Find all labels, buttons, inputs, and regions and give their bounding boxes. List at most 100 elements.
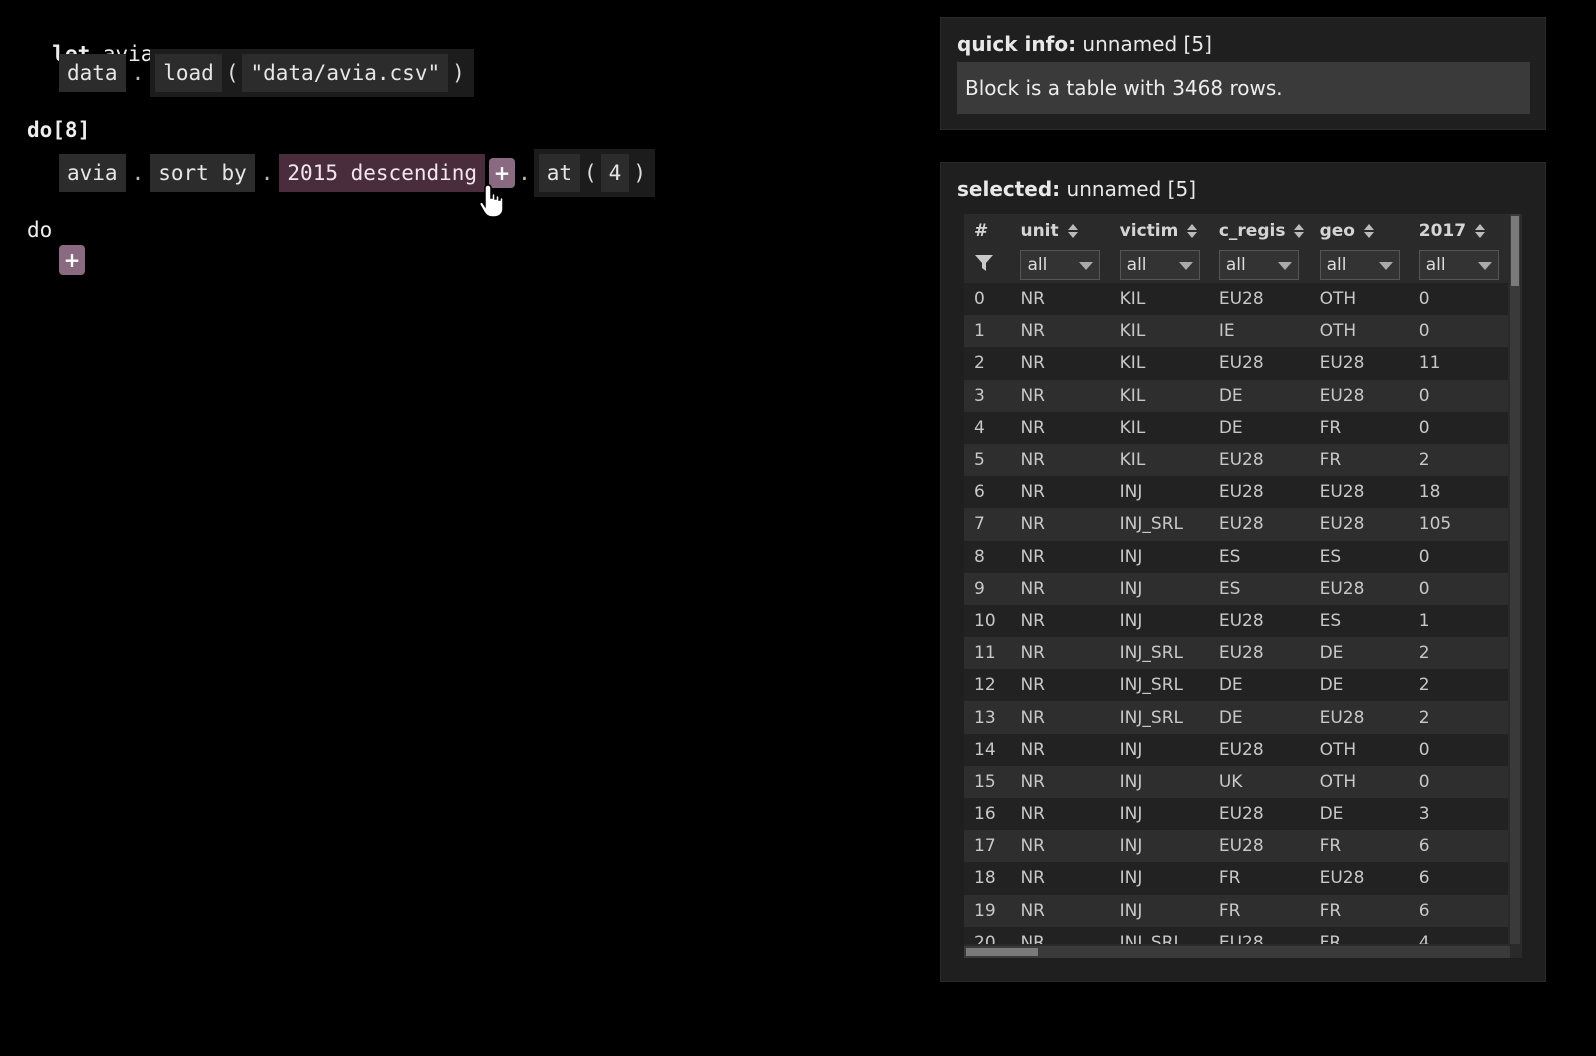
quick-info-body: Block is a table with 3468 rows.: [957, 62, 1530, 114]
filter-cell-geo: all: [1309, 247, 1409, 283]
filter-cell-2017: all: [1408, 247, 1508, 283]
table-cell-index: 14: [964, 733, 1011, 766]
filter-select-2017[interactable]: all: [1418, 250, 1499, 280]
table-cell-geo: DE: [1309, 669, 1409, 702]
table-cell-2017: 0: [1408, 411, 1508, 444]
filter-select-victim[interactable]: all: [1119, 250, 1200, 280]
selected-title: selected: unnamed [5]: [957, 177, 1196, 201]
vertical-scrollbar[interactable]: [1510, 214, 1520, 944]
filter-select-value: all: [1126, 255, 1147, 275]
table-cell-victim: INJ: [1109, 540, 1209, 573]
table-row[interactable]: 10 NR INJ EU28 ES 1: [964, 604, 1508, 638]
table-cell-c_regis: IE: [1208, 315, 1310, 348]
table-cell-unit: NR: [1010, 894, 1110, 927]
table-cell-c_regis: EU28: [1208, 604, 1310, 638]
table-cell-index: 18: [964, 862, 1011, 895]
sort-icon[interactable]: [1474, 223, 1486, 239]
chevron-down-icon: [1079, 262, 1094, 270]
table-cell-index: 10: [964, 604, 1011, 638]
filter-icon: [975, 254, 993, 271]
sort-icon[interactable]: [1293, 223, 1305, 239]
table-row[interactable]: 12 NR INJ_SRL DE DE 2: [964, 669, 1508, 702]
token-at[interactable]: at: [538, 154, 581, 192]
token-avia[interactable]: avia: [59, 154, 126, 192]
table-cell-geo: ES: [1309, 540, 1409, 573]
token-sort-by[interactable]: sort by: [150, 154, 255, 192]
table-row[interactable]: 8 NR INJ ES ES 0: [964, 540, 1508, 573]
sort-icon[interactable]: [1363, 223, 1375, 239]
column-header-2017[interactable]: 2017: [1408, 214, 1508, 247]
token-index-arg[interactable]: 4: [600, 154, 630, 192]
dot-separator: .: [518, 161, 531, 185]
sort-icon[interactable]: [1186, 223, 1198, 239]
table-cell-unit: NR: [1010, 604, 1110, 638]
token-path-arg[interactable]: "data/avia.csv": [242, 54, 449, 92]
token-sort-arg[interactable]: 2015 descending: [279, 154, 486, 192]
table-cell-2017: 6: [1408, 830, 1508, 863]
table-cell-victim: INJ: [1109, 733, 1209, 766]
column-header-victim[interactable]: victim: [1109, 214, 1209, 247]
filter-select-c_regis[interactable]: all: [1218, 250, 1299, 280]
table-row[interactable]: 7 NR INJ_SRL EU28 EU28 105: [964, 508, 1508, 541]
filter-select-unit[interactable]: all: [1020, 250, 1101, 280]
table-cell-unit: NR: [1010, 733, 1110, 766]
column-header-unit[interactable]: unit: [1010, 214, 1110, 247]
table-row[interactable]: 13 NR INJ_SRL DE EU28 2: [964, 701, 1508, 734]
add-block-button[interactable]: +: [59, 245, 85, 275]
table-row[interactable]: 19 NR INJ FR FR 6: [964, 894, 1508, 927]
table-row[interactable]: 0 NR KIL EU28 OTH 0: [964, 283, 1508, 316]
table-row[interactable]: 18 NR INJ FR EU28 6: [964, 862, 1508, 895]
column-header-geo[interactable]: geo: [1309, 214, 1409, 247]
token-load[interactable]: load: [155, 54, 222, 92]
table-cell-unit: NR: [1010, 283, 1110, 316]
filter-select-geo[interactable]: all: [1319, 250, 1400, 280]
table-row[interactable]: 11 NR INJ_SRL EU28 DE 2: [964, 637, 1508, 670]
table-cell-victim: INJ_SRL: [1109, 637, 1209, 670]
table-cell-unit: NR: [1010, 347, 1110, 380]
at-call[interactable]: at ( 4 ): [533, 149, 655, 197]
table-row[interactable]: 17 NR INJ EU28 FR 6: [964, 830, 1508, 863]
table-cell-index: 5: [964, 443, 1011, 477]
chevron-down-icon: [1477, 262, 1492, 270]
table-row[interactable]: 16 NR INJ EU28 DE 3: [964, 798, 1508, 831]
sort-expression: avia . sort by . 2015 descending + . at …: [59, 149, 655, 197]
horizontal-scrollbar[interactable]: [964, 946, 1510, 958]
table-cell-c_regis: UK: [1208, 765, 1310, 798]
table-row[interactable]: 2 NR KIL EU28 EU28 11: [964, 347, 1508, 380]
table-cell-2017: 2: [1408, 669, 1508, 702]
load-call[interactable]: load ( "data/avia.csv" ): [150, 49, 474, 97]
table-cell-geo: EU28: [1309, 379, 1409, 412]
table-cell-c_regis: DE: [1208, 411, 1310, 444]
token-data[interactable]: data: [59, 54, 126, 92]
column-header-label: 2017: [1418, 220, 1467, 241]
table-row[interactable]: 6 NR INJ EU28 EU28 18: [964, 476, 1508, 509]
table-cell-2017: 0: [1408, 572, 1508, 605]
column-header-c_regis[interactable]: c_regis: [1208, 214, 1310, 247]
table-cell-index: 17: [964, 830, 1011, 863]
selected-block-name: unnamed [5]: [1060, 177, 1196, 201]
table-row[interactable]: 20 NR INJ_SRL EU28 FR 4: [964, 926, 1508, 944]
table-cell-index: 0: [964, 283, 1011, 316]
header-row: # unit victim c_regis geo 2017: [964, 214, 1508, 247]
table-cell-victim: KIL: [1109, 411, 1209, 444]
table-cell-geo: OTH: [1309, 283, 1409, 316]
table-row[interactable]: 1 NR KIL IE OTH 0: [964, 315, 1508, 348]
table-row[interactable]: 4 NR KIL DE FR 0: [964, 411, 1508, 444]
table-row[interactable]: 14 NR INJ EU28 OTH 0: [964, 733, 1508, 766]
sort-icon[interactable]: [1067, 223, 1079, 239]
table-cell-victim: INJ: [1109, 765, 1209, 798]
quick-info-block-name: unnamed [5]: [1076, 32, 1212, 56]
table-row[interactable]: 5 NR KIL EU28 FR 2: [964, 443, 1508, 477]
table-cell-2017: 18: [1408, 476, 1508, 509]
column-header-label: c_regis: [1218, 220, 1286, 241]
horizontal-scroll-thumb[interactable]: [966, 948, 1038, 956]
table-row[interactable]: 15 NR INJ UK OTH 0: [964, 765, 1508, 798]
table-row[interactable]: 9 NR INJ ES EU28 0: [964, 572, 1508, 605]
vertical-scroll-thumb[interactable]: [1511, 216, 1519, 286]
table-cell-index: 13: [964, 701, 1011, 734]
table-row[interactable]: 3 NR KIL DE EU28 0: [964, 379, 1508, 412]
column-header-index[interactable]: #: [964, 214, 1011, 247]
filter-cell-victim: all: [1109, 247, 1209, 283]
table-cell-victim: KIL: [1109, 315, 1209, 348]
table-cell-geo: DE: [1309, 637, 1409, 670]
